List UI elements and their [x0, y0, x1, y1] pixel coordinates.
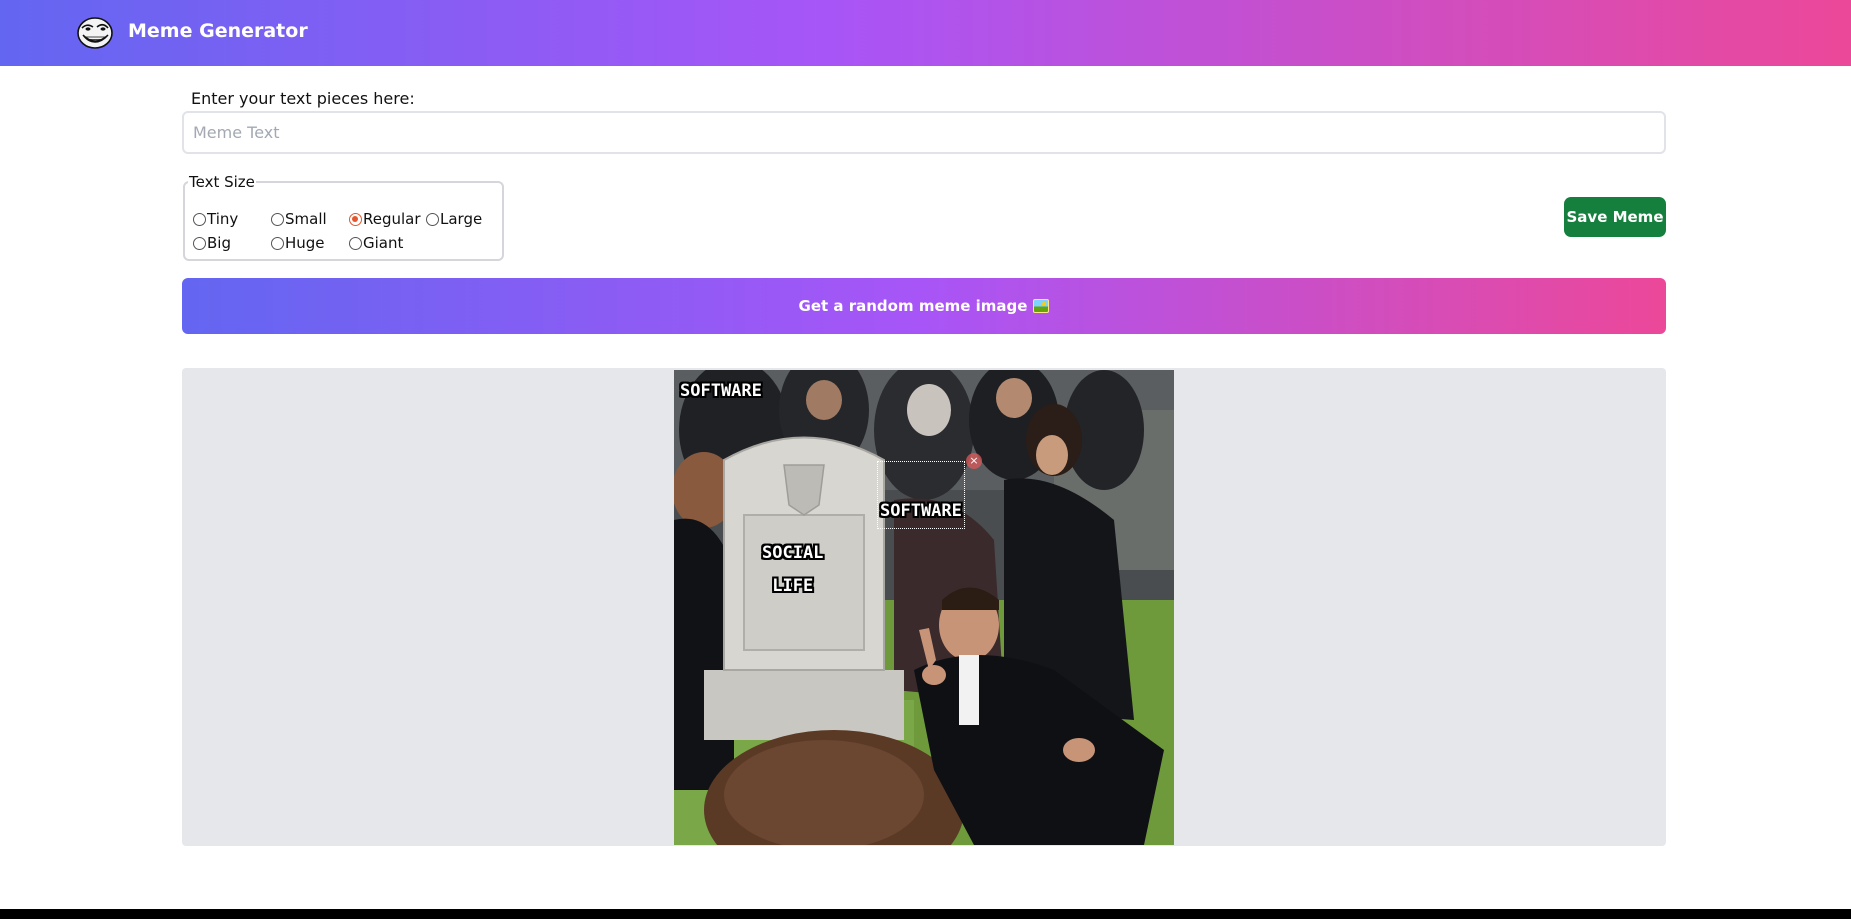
meme-text-tombstone[interactable]: SOCIAL LIFE [762, 537, 823, 603]
random-meme-label: Get a random meme image [798, 297, 1028, 315]
meme-image[interactable]: SOFTWARE SOFTWARE × SOCIAL LIFE [674, 370, 1174, 845]
app-header: Meme Generator [0, 0, 1851, 66]
radio-icon[interactable] [426, 212, 439, 226]
size-option-small[interactable]: Small [271, 209, 349, 229]
size-option-label: Tiny [207, 210, 239, 228]
text-size-options: Tiny Small Regular Large Big Huge Giant [193, 209, 503, 253]
size-option-giant[interactable]: Giant [349, 233, 426, 253]
size-option-label: Large [440, 210, 483, 228]
size-option-tiny[interactable]: Tiny [193, 209, 271, 229]
meme-text-input[interactable] [182, 111, 1666, 154]
size-option-large[interactable]: Large [426, 209, 503, 229]
radio-icon[interactable] [193, 236, 206, 250]
text-size-legend: Text Size [189, 173, 255, 191]
size-option-huge[interactable]: Huge [271, 233, 349, 253]
radio-checked-icon[interactable] [349, 212, 362, 226]
size-option-label: Huge [285, 234, 325, 252]
size-option-label: Big [207, 234, 231, 252]
save-meme-button[interactable]: Save Meme [1564, 197, 1666, 237]
meme-photo-graveyard [674, 370, 1174, 845]
meme-text-top-left[interactable]: SOFTWARE [680, 375, 762, 408]
size-option-label: Small [285, 210, 327, 228]
meme-text-label: Enter your text pieces here: [191, 89, 415, 108]
radio-icon[interactable] [271, 212, 284, 226]
size-option-label: Giant [363, 234, 404, 252]
bottom-bar [0, 909, 1851, 919]
app-title: Meme Generator [128, 20, 308, 42]
framed-picture-icon [1033, 299, 1050, 313]
meme-text-content: SOFTWARE [880, 501, 962, 521]
troll-face-icon[interactable] [76, 16, 114, 50]
random-meme-button[interactable]: Get a random meme image [182, 278, 1666, 334]
meme-text-selected[interactable]: SOFTWARE [877, 461, 965, 529]
text-size-fieldset: Text Size Tiny Small Regular Large Big H… [183, 173, 504, 261]
size-option-label: Regular [363, 210, 421, 228]
size-option-big[interactable]: Big [193, 233, 271, 253]
radio-icon[interactable] [193, 212, 206, 226]
radio-icon[interactable] [271, 236, 284, 250]
delete-text-icon[interactable]: × [966, 453, 982, 469]
size-option-regular[interactable]: Regular [349, 209, 426, 229]
radio-icon[interactable] [349, 236, 362, 250]
